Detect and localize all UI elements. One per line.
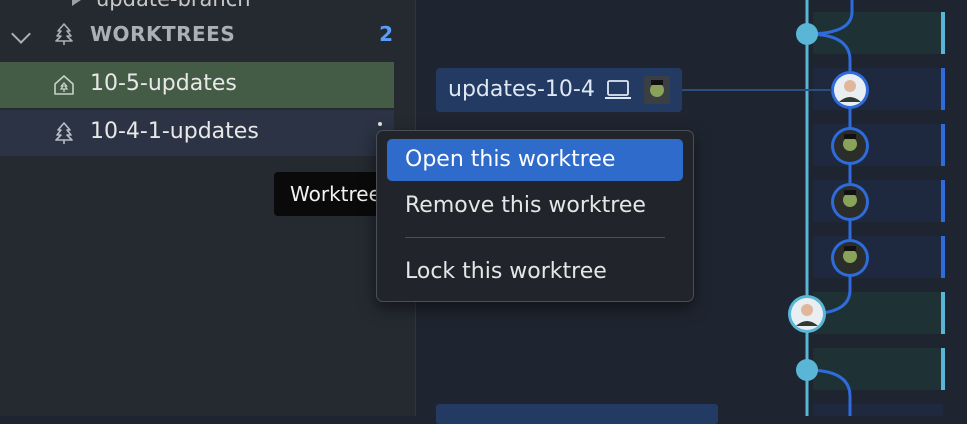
worktree-label: 10-5-updates (90, 71, 237, 96)
section-title: WORKTREES (90, 22, 236, 46)
tree-icon (55, 23, 73, 45)
branch-name: updates-10-4 (448, 77, 595, 102)
menu-separator (405, 237, 665, 238)
avatar[interactable] (831, 183, 869, 221)
chevron-down-icon[interactable] (11, 24, 31, 44)
more-actions-icon[interactable] (378, 122, 382, 126)
remove-worktree-menu-item[interactable]: Remove this worktree (387, 185, 683, 227)
commit-dot[interactable] (796, 23, 818, 45)
caret-icon (72, 0, 81, 6)
truncated-item: update-branch (96, 0, 251, 11)
branch-label-chip[interactable] (436, 404, 718, 424)
graph-row[interactable] (813, 292, 943, 334)
worktree-count-badge: 2 (379, 22, 393, 46)
tree-icon (55, 122, 73, 144)
worktree-label: 10-4-1-updates (90, 119, 259, 144)
graph-row[interactable] (813, 348, 943, 390)
menu-item-label: Remove this worktree (405, 193, 646, 218)
avatar-icon (644, 76, 670, 104)
worktree-item-10-5-updates[interactable]: 10-5-updates (0, 62, 394, 108)
worktrees-section-header[interactable]: WORKTREES 2 (0, 12, 415, 56)
menu-item-label: Open this worktree (405, 147, 616, 172)
home-tree-icon (54, 75, 74, 95)
context-menu: Open this worktree Remove this worktree … (376, 130, 694, 302)
graph-row[interactable] (813, 12, 943, 54)
avatar[interactable] (831, 127, 869, 165)
worktree-item-10-4-1-updates[interactable]: 10-4-1-updates (0, 110, 394, 156)
branch-connector (682, 89, 832, 91)
avatar[interactable] (831, 239, 869, 277)
menu-item-label: Lock this worktree (405, 259, 607, 284)
commit-dot[interactable] (796, 359, 818, 381)
avatar[interactable] (788, 295, 826, 333)
graph-row[interactable] (813, 404, 943, 416)
open-worktree-menu-item[interactable]: Open this worktree (387, 139, 683, 181)
branch-label-chip[interactable]: updates-10-4 (436, 68, 682, 112)
lock-worktree-menu-item[interactable]: Lock this worktree (387, 251, 683, 293)
avatar[interactable] (831, 71, 869, 109)
laptop-icon (605, 80, 631, 99)
